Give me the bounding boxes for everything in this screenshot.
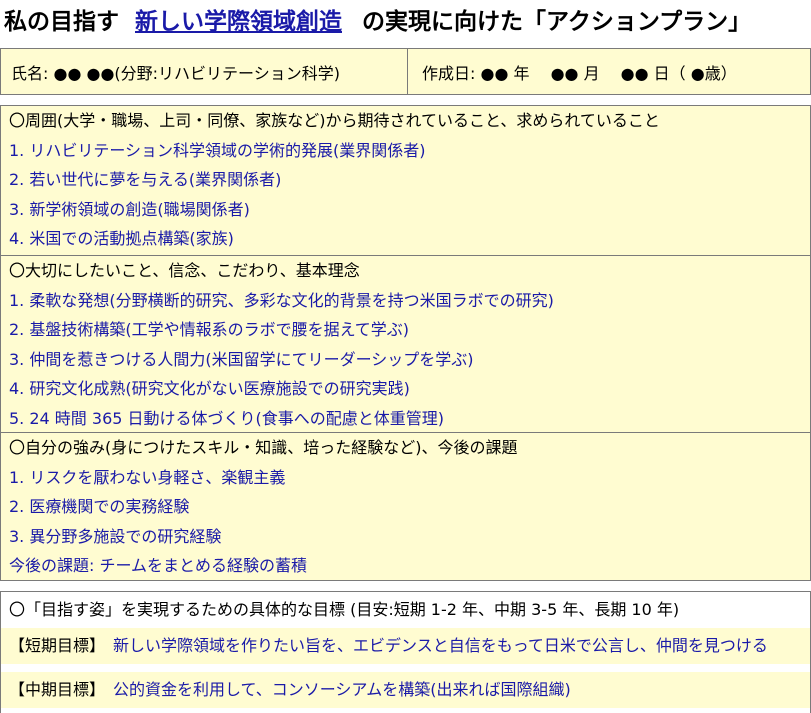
list-item: 1. リハビリテーション科学領域の学術的発展(業界関係者) — [9, 140, 426, 160]
list-item: 1. リスクを厭わない身軽さ、楽観主義 — [9, 467, 286, 487]
title-highlight: 新しい学際領域創造 — [135, 9, 342, 35]
mid-term-text: 公的資金を利用して、コンソーシアムを構築(出来れば国際組織) — [113, 680, 571, 699]
list-item: 4. 研究文化成熟(研究文化がない医療施設での研究実践) — [9, 379, 410, 398]
header-panel: 氏名: ●● ●●(分野:リハビリテーション科学) 作成日: ●● 年 ●● 月… — [0, 48, 811, 95]
section-heading: 〇周囲(大学・職場、上司・同僚、家族など)から期待されていること、求められている… — [9, 111, 660, 130]
section-values: 〇大切にしたいこと、信念、こだわり、基本理念 1. 柔軟な発想(分野横断的研究、… — [1, 255, 810, 433]
name-line: 氏名: ●● ●●(分野:リハビリテーション科学) — [11, 63, 340, 83]
short-term-tag: 【短期目標】 — [9, 636, 106, 655]
goals-panel: 〇「目指す姿」を実現するための具体的な目標 (目安:短期 1-2 年、中期 3-… — [0, 591, 811, 713]
title-prefix: 私の目指す — [4, 9, 119, 35]
list-item: 2. 若い世代に夢を与える(業界関係者) — [9, 170, 282, 189]
list-item: 3. 仲間を惹きつける人間力(米国留学にてリーダーシップを学ぶ) — [9, 349, 474, 369]
mid-term-tag: 【中期目標】 — [9, 680, 106, 699]
list-item: 2. 基盤技術構築(工学や情報系のラボで腰を据えて学ぶ) — [9, 320, 410, 339]
list-item: 3. 異分野多施設での研究経験 — [9, 526, 222, 546]
section-heading: 〇大切にしたいこと、信念、こだわり、基本理念 — [9, 261, 360, 280]
goals-heading: 〇「目指す姿」を実現するための具体的な目標 (目安:短期 1-2 年、中期 3-… — [9, 600, 680, 619]
list-item: 3. 新学術領域の創造(職場関係者) — [9, 199, 250, 219]
short-term-text: 新しい学際領域を作りたい旨を、エビデンスと自信をもって日米で公言し、仲間を見つけ… — [113, 636, 768, 655]
list-item: 5. 24 時間 365 日動ける体づくり(食事への配慮と体重管理) — [9, 408, 444, 428]
title-suffix: の実現に向けた「アクションプラン」 — [362, 9, 752, 35]
page-title: 私の目指す 新しい学際領域創造 の実現に向けた「アクションプラン」 — [4, 0, 809, 44]
list-item: 今後の課題: チームをまとめる経験の蓄積 — [9, 556, 307, 575]
date-cell: 作成日: ●● 年 ●● 月 ●● 日（ ●歳） — [408, 49, 810, 94]
plan-panel: 〇周囲(大学・職場、上司・同僚、家族など)から期待されていること、求められている… — [0, 105, 811, 581]
section-expectations: 〇周囲(大学・職場、上司・同僚、家族など)から期待されていること、求められている… — [1, 106, 810, 254]
list-item: 4. 米国での活動拠点構築(家族) — [9, 229, 234, 248]
list-item: 2. 医療機関での実務経験 — [9, 497, 190, 516]
name-cell: 氏名: ●● ●●(分野:リハビリテーション科学) — [1, 49, 408, 94]
section-strengths: 〇自分の強み(身につけたスキル・知識、培った経験など)、今後の課題 1. リスク… — [1, 432, 810, 581]
short-term-goal: 【短期目標】 新しい学際領域を作りたい旨を、エビデンスと自信をもって日米で公言し、… — [1, 628, 810, 664]
list-item: 1. 柔軟な発想(分野横断的研究、多彩な文化的背景を持つ米国ラボでの研究) — [9, 290, 554, 310]
section-heading: 〇自分の強み(身につけたスキル・知識、培った経験など)、今後の課題 — [9, 438, 518, 457]
date-line: 作成日: ●● 年 ●● 月 ●● 日（ ●歳） — [422, 63, 737, 83]
mid-term-goal: 【中期目標】 公的資金を利用して、コンソーシアムを構築(出来れば国際組織) — [1, 672, 810, 708]
